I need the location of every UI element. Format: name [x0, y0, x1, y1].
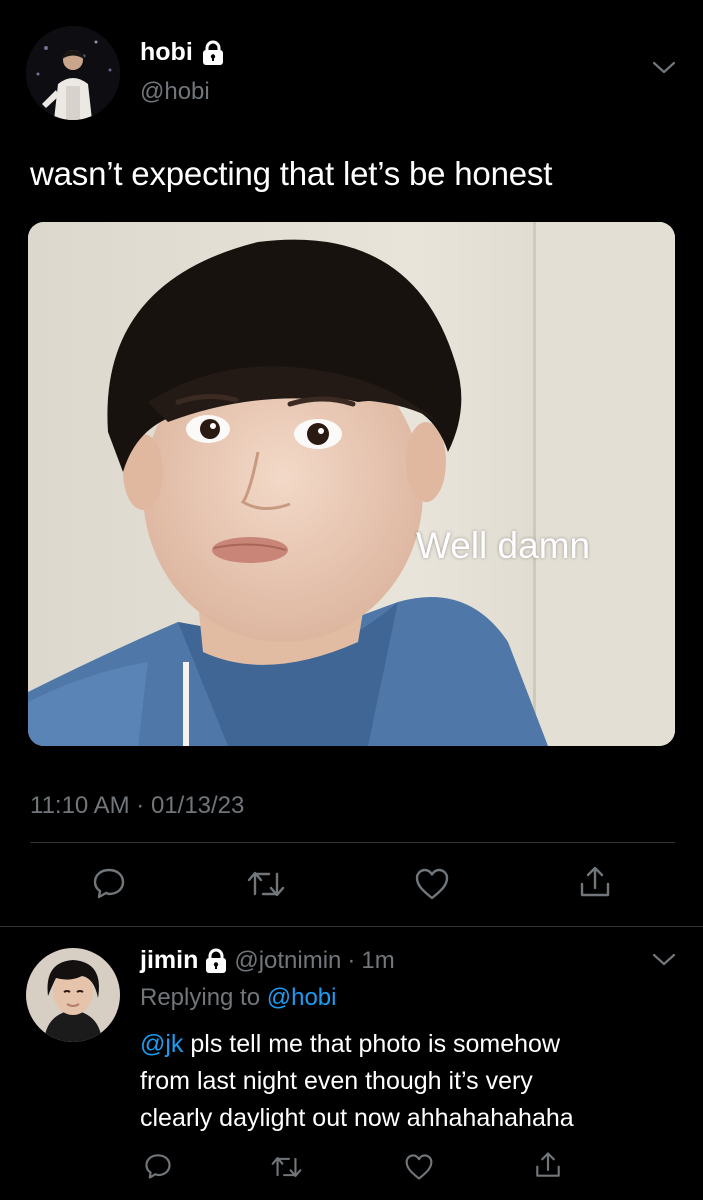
- tweet-text: wasn’t expecting that let’s be honest: [30, 155, 553, 192]
- tweet-timestamp[interactable]: 11:10 AM · 01/13/23: [30, 792, 244, 820]
- reply-text-line-2: from last night even though it’s very: [140, 1067, 533, 1095]
- divider-top: [30, 842, 675, 843]
- reply-author-handle[interactable]: @jotnimin: [234, 947, 341, 975]
- reply-mention[interactable]: @jk: [140, 1030, 183, 1058]
- like-icon[interactable]: [404, 1153, 434, 1181]
- meta-separator: ·: [347, 946, 356, 974]
- author-handle[interactable]: @hobi: [140, 78, 210, 106]
- reply-author-name[interactable]: jimin: [140, 946, 198, 975]
- chevron-down-icon[interactable]: [652, 60, 676, 76]
- media-caption: Well damn: [416, 525, 591, 566]
- author-avatar[interactable]: [26, 26, 120, 120]
- reply-icon[interactable]: [144, 1152, 172, 1180]
- reply-age[interactable]: 1m: [361, 947, 394, 975]
- author-name-text[interactable]: hobi: [140, 38, 193, 67]
- reply-author-avatar[interactable]: [26, 948, 120, 1042]
- lock-icon: [201, 40, 225, 65]
- author-name[interactable]: hobi: [140, 38, 225, 67]
- retweet-icon[interactable]: [246, 868, 286, 900]
- replying-to: Replying to @hobi: [140, 984, 337, 1012]
- share-icon[interactable]: [534, 1150, 562, 1180]
- lock-icon: [204, 948, 228, 973]
- replying-to-mention[interactable]: @hobi: [267, 984, 337, 1011]
- reply-text-line-1-rest: pls tell me that photo is somehow: [183, 1030, 561, 1058]
- reply-text-line-1: @jk pls tell me that photo is somehow: [140, 1026, 670, 1063]
- replying-prefix: Replying to: [140, 984, 261, 1011]
- share-icon[interactable]: [578, 864, 612, 900]
- like-icon[interactable]: [414, 867, 450, 901]
- retweet-icon[interactable]: [270, 1154, 303, 1180]
- reply-icon[interactable]: [92, 866, 126, 900]
- divider-bottom: [0, 926, 703, 927]
- reply-text-line-3: clearly daylight out now ahhahahahaha: [140, 1104, 574, 1132]
- reply-header: jimin @jotnimin · 1m: [140, 946, 395, 975]
- reply-text: @jk pls tell me that photo is somehow fr…: [140, 1026, 670, 1137]
- chevron-down-icon[interactable]: [652, 952, 676, 968]
- tweet-media-image[interactable]: Well damn: [28, 222, 675, 746]
